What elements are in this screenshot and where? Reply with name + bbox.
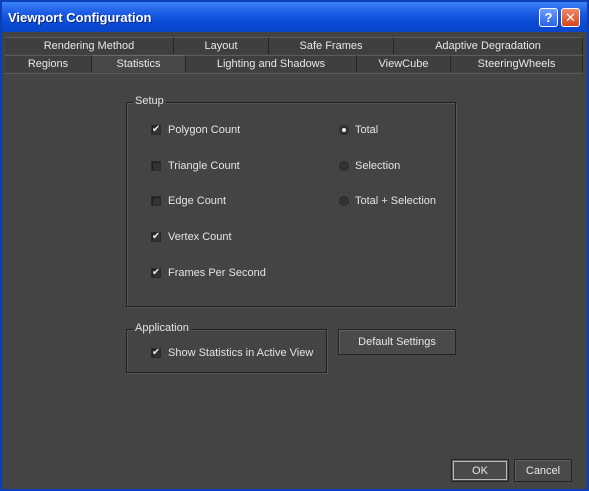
tab-row-bottom: Regions Statistics Lighting and Shadows … <box>5 55 583 72</box>
tab-steeringwheels[interactable]: SteeringWheels <box>451 55 583 72</box>
application-group-title: Application <box>133 322 191 334</box>
tab-rendering-method[interactable]: Rendering Method <box>5 37 174 54</box>
total-plus-selection-radio-label: Total + Selection <box>355 195 437 207</box>
ok-button[interactable]: OK <box>451 459 509 482</box>
close-icon: ✕ <box>565 9 576 25</box>
total-radio-label: Total <box>355 124 379 136</box>
vertex-count-label: Vertex Count <box>168 231 232 243</box>
polygon-count-checkbox[interactable]: ✔ <box>151 125 161 135</box>
tab-safe-frames[interactable]: Safe Frames <box>269 37 394 54</box>
viewport-configuration-dialog: Viewport Configuration ? ✕ Rendering Met… <box>0 0 589 491</box>
frames-per-second-checkbox[interactable]: ✔ <box>151 268 161 278</box>
check-mark-icon: ✔ <box>151 124 161 135</box>
show-statistics-checkbox[interactable]: ✔ <box>151 348 161 358</box>
application-group: Application ✔ Show Statistics in Active … <box>126 322 327 373</box>
check-mark-icon: ✔ <box>151 267 161 278</box>
close-button[interactable]: ✕ <box>561 8 580 27</box>
show-statistics-label: Show Statistics in Active View <box>168 347 314 359</box>
triangle-count-label: Triangle Count <box>168 160 240 172</box>
tab-lighting-and-shadows[interactable]: Lighting and Shadows <box>186 55 357 72</box>
tab-regions[interactable]: Regions <box>5 55 92 72</box>
title-bar[interactable]: Viewport Configuration ? ✕ <box>2 2 587 32</box>
dialog-body: Rendering Method Layout Safe Frames Adap… <box>2 32 587 489</box>
check-mark-icon: ✔ <box>151 231 161 242</box>
selection-radio[interactable] <box>339 161 349 171</box>
check-mark-icon: ✔ <box>151 347 161 358</box>
total-plus-selection-radio[interactable] <box>339 196 349 206</box>
help-icon: ? <box>544 10 553 25</box>
tab-divider <box>5 73 582 74</box>
total-radio[interactable] <box>339 125 349 135</box>
default-settings-button[interactable]: Default Settings <box>338 329 456 355</box>
tab-statistics[interactable]: Statistics <box>92 55 186 72</box>
selection-radio-label: Selection <box>355 160 401 172</box>
tab-adaptive-degradation[interactable]: Adaptive Degradation <box>394 37 583 54</box>
vertex-count-checkbox[interactable]: ✔ <box>151 232 161 242</box>
edge-count-label: Edge Count <box>168 195 227 207</box>
edge-count-checkbox[interactable] <box>151 196 161 206</box>
triangle-count-checkbox[interactable] <box>151 161 161 171</box>
tab-row-top: Rendering Method Layout Safe Frames Adap… <box>5 37 583 54</box>
setup-group: Setup ✔ Polygon Count Triangle Count Edg… <box>126 95 456 307</box>
polygon-count-label: Polygon Count <box>168 124 241 136</box>
tab-layout[interactable]: Layout <box>174 37 269 54</box>
tab-viewcube[interactable]: ViewCube <box>357 55 451 72</box>
help-button[interactable]: ? <box>539 8 558 27</box>
radio-selected-dot <box>342 128 346 132</box>
window-title: Viewport Configuration <box>8 10 152 25</box>
frames-per-second-label: Frames Per Second <box>168 267 266 279</box>
cancel-button[interactable]: Cancel <box>514 459 572 482</box>
setup-group-title: Setup <box>133 95 166 107</box>
